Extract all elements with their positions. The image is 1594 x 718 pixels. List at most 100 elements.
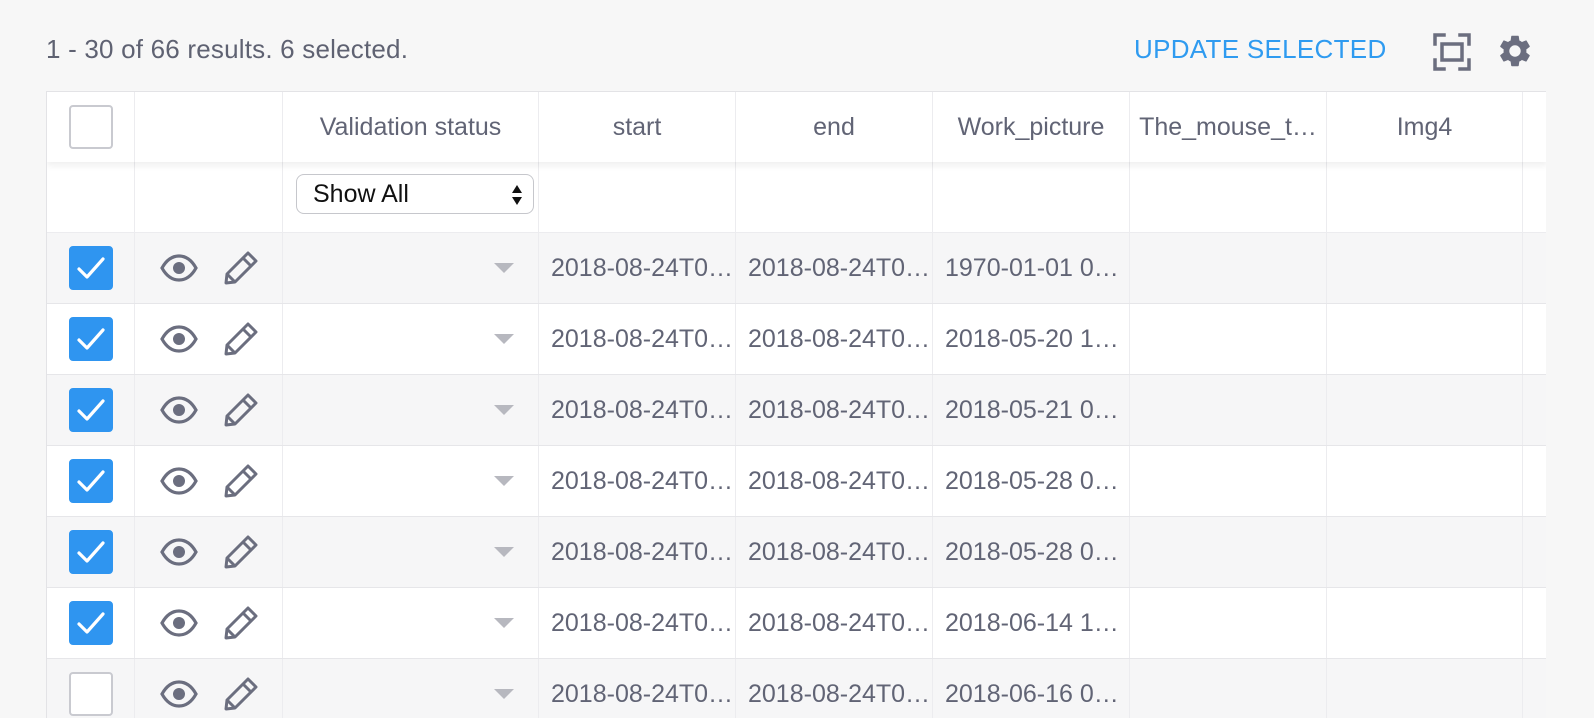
row-checkbox[interactable] <box>68 246 113 290</box>
header-spacer <box>1523 92 1546 162</box>
column-header-work-picture[interactable]: Work_picture <box>933 92 1130 162</box>
start-cell: 2018-08-24T0… <box>539 233 736 303</box>
row-actions-cell <box>135 659 283 718</box>
start-cell: 2018-08-24T0… <box>539 375 736 445</box>
column-header-end[interactable]: end <box>736 92 933 162</box>
column-header-the-mouse[interactable]: The_mouse_t… <box>1130 92 1327 162</box>
check-icon <box>76 470 105 492</box>
fullscreen-icon[interactable] <box>1432 32 1472 72</box>
validation-status-cell[interactable] <box>283 659 539 718</box>
row-spacer <box>1523 375 1546 445</box>
validation-status-cell[interactable] <box>283 375 539 445</box>
the-mouse-cell <box>1130 659 1327 718</box>
row-spacer <box>1523 304 1546 374</box>
table-row: 2018-08-24T0… 2018-08-24T0… 2018-05-28 0… <box>47 446 1546 517</box>
select-arrows-icon <box>512 185 522 205</box>
filter-cell <box>47 162 135 232</box>
check-icon <box>76 328 105 350</box>
row-select-cell <box>47 659 135 718</box>
eye-icon[interactable] <box>159 674 199 714</box>
end-cell: 2018-08-24T0… <box>736 588 933 658</box>
row-checkbox[interactable] <box>68 672 113 716</box>
dropdown-caret-icon[interactable] <box>494 405 514 415</box>
row-select-cell <box>47 517 135 587</box>
pencil-icon[interactable] <box>221 603 261 643</box>
eye-icon[interactable] <box>159 248 199 288</box>
header-select-cell <box>47 92 135 162</box>
validation-status-cell[interactable] <box>283 446 539 516</box>
row-actions <box>135 532 261 572</box>
work-picture-cell: 2018-06-16 0… <box>933 659 1130 718</box>
eye-icon[interactable] <box>159 532 199 572</box>
dropdown-caret-icon[interactable] <box>494 689 514 699</box>
eye-icon[interactable] <box>159 461 199 501</box>
end-cell: 2018-08-24T0… <box>736 446 933 516</box>
eye-icon[interactable] <box>159 390 199 430</box>
filter-cell <box>736 162 933 232</box>
row-spacer <box>1523 446 1546 516</box>
validation-status-filter-select[interactable]: Show All <box>296 174 534 214</box>
table-row: 2018-08-24T0… 2018-08-24T0… 2018-06-14 1… <box>47 588 1546 659</box>
dropdown-caret-icon[interactable] <box>494 476 514 486</box>
row-actions-cell <box>135 233 283 303</box>
row-checkbox[interactable] <box>68 317 113 361</box>
img4-cell <box>1327 588 1523 658</box>
eye-icon[interactable] <box>159 319 199 359</box>
row-actions-cell <box>135 304 283 374</box>
start-cell: 2018-08-24T0… <box>539 304 736 374</box>
results-count: 1 - 30 of 66 results. 6 selected. <box>46 34 409 64</box>
pencil-icon[interactable] <box>221 532 261 572</box>
pencil-icon[interactable] <box>221 248 261 288</box>
gear-icon[interactable] <box>1496 32 1534 70</box>
dropdown-caret-icon[interactable] <box>494 547 514 557</box>
column-header-validation-status[interactable]: Validation status <box>283 92 539 162</box>
row-actions-cell <box>135 375 283 445</box>
work-picture-cell: 2018-05-21 0… <box>933 375 1130 445</box>
end-cell: 2018-08-24T0… <box>736 304 933 374</box>
row-spacer <box>1523 659 1546 718</box>
filter-cell <box>933 162 1130 232</box>
table-header: Validation status start end Work_picture… <box>47 92 1546 162</box>
row-checkbox[interactable] <box>68 530 113 574</box>
filter-row: Show All <box>47 162 1546 233</box>
row-select-cell <box>47 588 135 658</box>
column-header-start[interactable]: start <box>539 92 736 162</box>
dropdown-caret-icon[interactable] <box>494 334 514 344</box>
validation-status-cell[interactable] <box>283 588 539 658</box>
img4-cell <box>1327 659 1523 718</box>
row-checkbox[interactable] <box>68 459 113 503</box>
update-selected-button[interactable]: UPDATE SELECTED <box>1134 34 1387 65</box>
the-mouse-cell <box>1130 233 1327 303</box>
pencil-icon[interactable] <box>221 461 261 501</box>
validation-status-cell[interactable] <box>283 304 539 374</box>
filter-cell: Show All <box>283 162 539 232</box>
filter-cell <box>135 162 283 232</box>
row-checkbox[interactable] <box>68 601 113 645</box>
validation-status-cell[interactable] <box>283 517 539 587</box>
check-icon <box>76 399 105 421</box>
img4-cell <box>1327 446 1523 516</box>
row-actions <box>135 319 261 359</box>
eye-icon[interactable] <box>159 603 199 643</box>
row-actions <box>135 603 261 643</box>
row-actions-cell <box>135 446 283 516</box>
validation-status-cell[interactable] <box>283 233 539 303</box>
work-picture-cell: 2018-05-28 0… <box>933 446 1130 516</box>
dropdown-caret-icon[interactable] <box>494 618 514 628</box>
the-mouse-cell <box>1130 588 1327 658</box>
column-header-img4[interactable]: Img4 <box>1327 92 1523 162</box>
row-spacer <box>1523 233 1546 303</box>
pencil-icon[interactable] <box>221 674 261 714</box>
select-all-checkbox[interactable] <box>68 105 113 149</box>
filter-cell <box>1327 162 1523 232</box>
row-select-cell <box>47 233 135 303</box>
work-picture-cell: 2018-06-14 1… <box>933 588 1130 658</box>
work-picture-cell: 2018-05-28 0… <box>933 517 1130 587</box>
table-row: 2018-08-24T0… 2018-08-24T0… 2018-06-16 0… <box>47 659 1546 718</box>
pencil-icon[interactable] <box>221 319 261 359</box>
check-icon <box>76 541 105 563</box>
end-cell: 2018-08-24T0… <box>736 233 933 303</box>
dropdown-caret-icon[interactable] <box>494 263 514 273</box>
row-checkbox[interactable] <box>68 388 113 432</box>
pencil-icon[interactable] <box>221 390 261 430</box>
